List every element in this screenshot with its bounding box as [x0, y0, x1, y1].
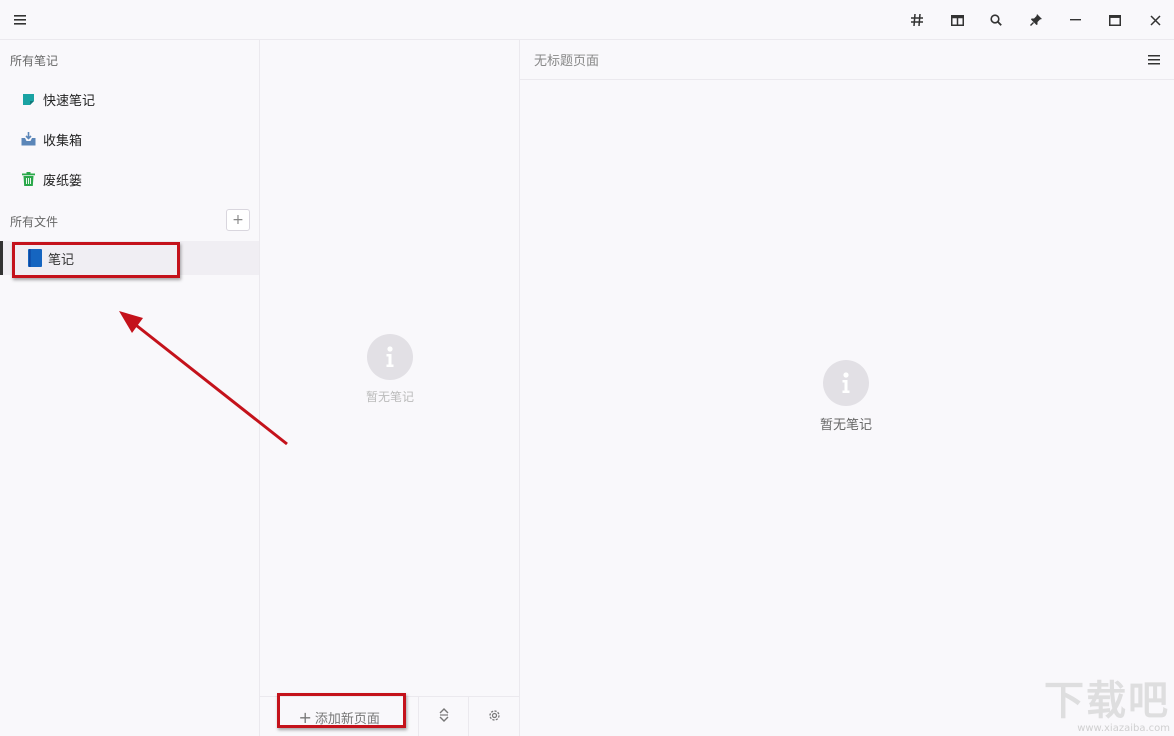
sidebar-item-label: 快速笔记 — [43, 93, 96, 109]
pin-icon[interactable] — [1022, 6, 1050, 34]
folder-item-notes[interactable]: 笔记 — [0, 241, 259, 275]
hamburger-icon[interactable] — [6, 6, 34, 34]
sidebar-item-quick-note[interactable]: 快速笔记 — [0, 82, 259, 116]
all-notes-title: 所有笔记 — [10, 54, 59, 68]
sidebar-item-label: 废纸篓 — [43, 173, 83, 189]
close-icon[interactable] — [1141, 6, 1169, 34]
sort-button[interactable] — [419, 697, 470, 736]
info-icon — [367, 334, 413, 380]
sidebar-item-label: 收集箱 — [43, 133, 83, 149]
notebook-icon — [28, 249, 42, 267]
settings-button[interactable] — [469, 697, 519, 736]
empty-text: 暂无笔记 — [366, 390, 415, 404]
active-indicator — [0, 241, 3, 275]
note-list: 暂无笔记 + 添加新页面 — [260, 40, 520, 736]
editor-empty-state: 暂无笔记 — [820, 360, 872, 433]
hash-icon[interactable] — [903, 6, 931, 34]
add-page-button[interactable]: + 添加新页面 — [260, 697, 420, 736]
all-files-title: 所有文件 — [10, 215, 59, 229]
sidebar-item-trash[interactable]: 废纸篓 — [0, 162, 259, 196]
note-list-empty-state: 暂无笔记 — [366, 334, 414, 405]
sidebar: 所有笔记 快速笔记 收集箱 废纸篓 所有文件 + 笔记 — [0, 40, 260, 736]
add-folder-button[interactable]: + — [226, 209, 250, 231]
editor-menu-icon[interactable] — [1142, 48, 1166, 72]
gear-icon — [488, 709, 501, 726]
watermark: 下载吧 www.xiazaiba.com — [1030, 674, 1170, 734]
quick-note-icon — [20, 91, 36, 107]
minimize-icon[interactable] — [1061, 6, 1089, 34]
add-page-label: 添加新页面 — [314, 711, 380, 727]
title-bar — [0, 0, 1174, 40]
note-list-footer: + 添加新页面 — [260, 696, 519, 736]
editor-header: 无标题页面 — [520, 40, 1174, 80]
maximize-icon[interactable] — [1101, 6, 1129, 34]
page-title[interactable]: 无标题页面 — [534, 50, 599, 69]
inbox-icon — [20, 131, 36, 147]
plus-icon: + — [298, 707, 312, 727]
sort-icon — [439, 708, 449, 726]
sidebar-item-inbox[interactable]: 收集箱 — [0, 122, 259, 156]
watermark-url: www.xiazaiba.com — [1077, 723, 1170, 734]
search-icon[interactable] — [982, 6, 1010, 34]
empty-text: 暂无笔记 — [820, 418, 873, 433]
trash-icon — [20, 171, 36, 187]
folder-label: 笔记 — [48, 252, 75, 268]
watermark-logo: 下载吧 — [1044, 678, 1170, 724]
info-icon — [823, 360, 869, 406]
editor-pane: 无标题页面 暂无笔记 — [520, 40, 1174, 736]
columns-icon[interactable] — [943, 6, 971, 34]
